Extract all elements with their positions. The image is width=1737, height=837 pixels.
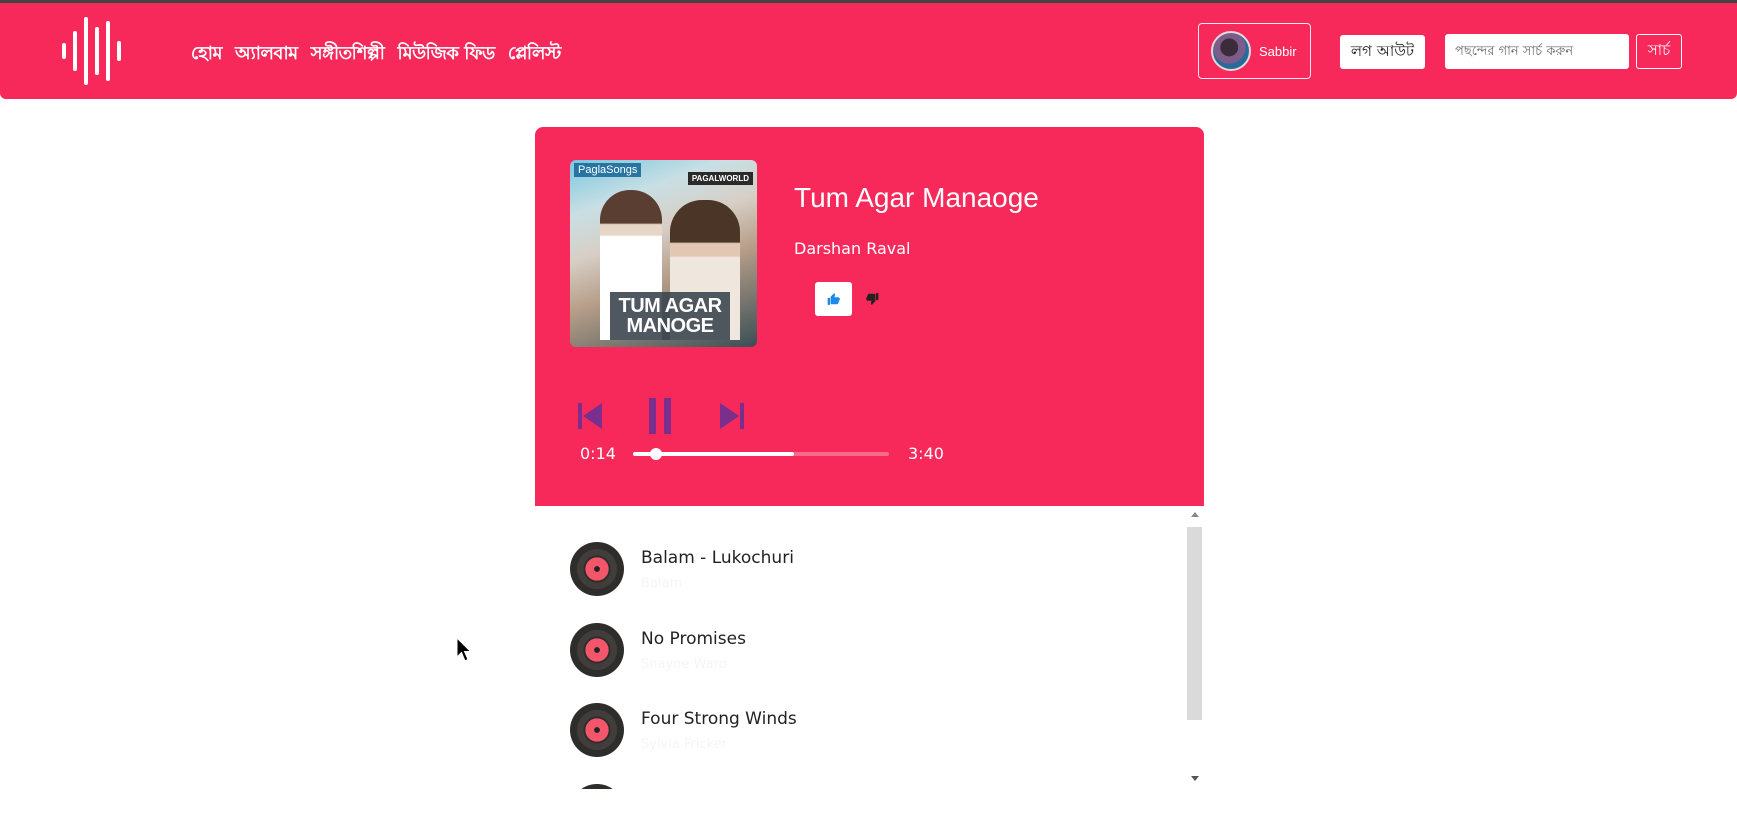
playlist-scrollbar[interactable] [1186, 506, 1203, 789]
list-item[interactable]: Four Strong Winds Sylvia Fricker [570, 703, 1130, 763]
scroll-up-arrow-icon[interactable] [1191, 512, 1199, 517]
cover-title: TUM AGAR MANOGE [618, 295, 722, 337]
vinyl-disc-icon [570, 542, 624, 596]
track-title: Four Strong Winds [641, 709, 797, 729]
user-name: Sabbir [1259, 43, 1297, 59]
current-time: 0:14 [580, 444, 616, 463]
track-artist: Sylvia Fricker [641, 737, 728, 752]
skip-next-icon[interactable] [718, 402, 744, 430]
skip-previous-icon[interactable] [578, 402, 604, 430]
thumbs-up-icon [827, 293, 840, 305]
search-input[interactable] [1445, 34, 1629, 69]
vinyl-disc-icon [570, 703, 624, 757]
song-title: Tum Agar Manaoge [794, 182, 1039, 213]
cover-badge: PAGALWORLD [687, 172, 753, 185]
nav-link-music-feed[interactable]: মিউজিক ফিড [397, 39, 495, 70]
pause-icon[interactable] [647, 398, 673, 434]
progress-handle[interactable] [650, 448, 663, 460]
scroll-down-arrow-icon[interactable] [1191, 776, 1199, 781]
scroll-thumb[interactable] [1187, 527, 1202, 720]
search-button[interactable]: সার্চ [1636, 34, 1682, 69]
total-time: 3:40 [908, 444, 944, 463]
playlist: Balam - Lukochuri Balam No Promises Shay… [535, 506, 1204, 789]
progress-slider[interactable] [633, 448, 889, 460]
like-button[interactable] [815, 282, 852, 316]
song-artist[interactable]: Darshan Raval [794, 239, 911, 258]
nav-links: হোম অ্যালবাম সঙ্গীতশিল্পী মিউজিক ফিড প্ল… [191, 39, 561, 70]
track-title: No Promises [641, 629, 746, 649]
track-artist: Shayne Ward [641, 657, 727, 672]
list-item[interactable]: Balam - Lukochuri Balam [570, 542, 1130, 602]
thumbs-down-icon [865, 293, 878, 305]
vinyl-disc-icon [570, 623, 624, 677]
avatar [1211, 31, 1251, 71]
user-profile-button[interactable]: Sabbir [1198, 23, 1311, 79]
nav-link-playlist[interactable]: প্লেলিস্ট [508, 39, 562, 70]
list-item[interactable]: No Promises Shayne Ward [570, 623, 1130, 683]
nav-link-artists[interactable]: সঙ্গীতশিল্পী [311, 39, 385, 70]
now-playing-card: PaglaSongs PAGALWORLD TUM AGAR MANOGE Tu… [535, 127, 1204, 506]
vinyl-disc-icon [570, 784, 624, 789]
nav-link-home[interactable]: হোম [191, 39, 222, 70]
cover-brand-text: PaglaSongs [574, 163, 642, 177]
dislike-button[interactable] [860, 285, 884, 313]
nav-link-album[interactable]: অ্যালবাম [235, 39, 298, 70]
track-title: Balam - Lukochuri [641, 548, 794, 568]
track-artist: Balam [641, 576, 683, 591]
album-cover: PaglaSongs PAGALWORLD TUM AGAR MANOGE [570, 160, 757, 347]
list-item[interactable] [570, 784, 1130, 789]
mouse-pointer-icon [456, 637, 472, 662]
navbar: হোম অ্যালবাম সঙ্গীতশিল্পী মিউজিক ফিড প্ল… [0, 3, 1737, 99]
sound-wave-icon[interactable] [58, 15, 130, 87]
logout-button[interactable]: লগ আউট [1340, 35, 1425, 69]
